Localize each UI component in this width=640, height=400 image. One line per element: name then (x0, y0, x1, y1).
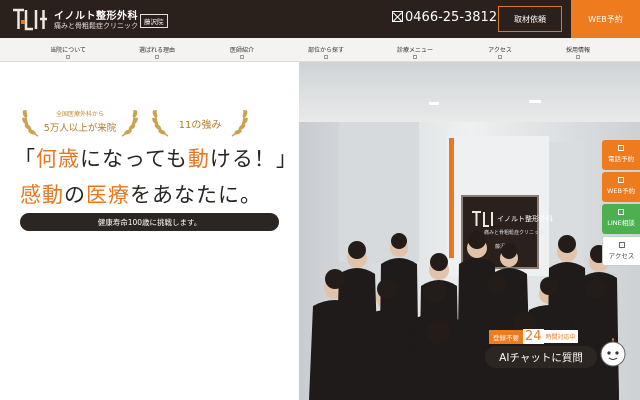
hero-headline-line1: 「何歳になっても動ける！」 (14, 143, 298, 173)
side-tab-label: LINE相談 (607, 219, 635, 227)
nav-item-icon (413, 55, 417, 59)
nav-item-label: 診療メニュー (396, 47, 433, 54)
headline-highlight: 医療 (86, 183, 130, 207)
side-tab-web[interactable]: WEB予約 (602, 172, 640, 202)
global-nav: 当院について 選ばれる理由 医師紹介 部位から探す 診療メニュー アクセス 採用… (0, 38, 640, 62)
hero-headline-line2: 感動の医療をあなたに。 (20, 179, 262, 209)
nav-item-icon (576, 55, 580, 59)
nav-item-icon (155, 55, 159, 59)
nav-item-icon (324, 55, 328, 59)
nav-item-label: アクセス (488, 47, 512, 54)
laurel-right-icon (121, 109, 138, 137)
branch-badge: 藤沢院 (140, 14, 168, 28)
clinic-subtitle: 痛みと骨粗鬆症クリニック (54, 22, 138, 30)
calendar-icon (618, 177, 624, 183)
nav-item-icon (240, 55, 244, 59)
page-root: イノルト整形外科 痛みと骨粗鬆症クリニック 藤沢院 0466-25-3812 取… (0, 0, 640, 400)
nav-item-label: 当院について (50, 47, 86, 54)
headline-text: の (64, 183, 86, 207)
line-icon (618, 209, 624, 215)
award-visitors: 全国医療外科から 5万人以上が来院 (20, 106, 140, 138)
nav-item-label: 医師紹介 (229, 47, 254, 54)
nav-item-label: 選ばれる理由 (138, 47, 175, 54)
site-header: イノルト整形外科 痛みと骨粗鬆症クリニック 藤沢院 0466-25-3812 取… (0, 0, 640, 38)
nav-item-icon (66, 55, 70, 59)
headline-highlight: 感動 (20, 183, 64, 207)
nav-item-menu[interactable]: 診療メニュー (380, 38, 450, 62)
phone-number-text: 0466-25-3812 (405, 10, 498, 25)
headline-text: ける！」 (209, 147, 298, 171)
nav-item-icon (498, 55, 502, 59)
hero-tagline-pill: 健康寿命100歳に挑戦します。 (20, 213, 279, 231)
ai-chat-widget[interactable]: 登録不要 24 時間対応中 AIチャットに質問 (485, 326, 635, 374)
chat-bot-icon (600, 338, 626, 367)
nav-item-label: 採用情報 (565, 47, 590, 54)
side-tab-label: WEB予約 (607, 187, 635, 195)
award-strengths: 11の強み (150, 106, 250, 138)
side-tab-label: アクセス (608, 252, 635, 260)
headline-text: をあなたに。 (130, 183, 262, 207)
ai-chat-hours: 24 (523, 329, 544, 344)
headline-highlight: 動 (187, 147, 210, 171)
nav-item-label: 部位から探す (307, 47, 344, 54)
phone-icon (392, 11, 403, 22)
clinic-logo-icon[interactable] (12, 7, 48, 31)
web-booking-button[interactable]: WEB予約 (571, 0, 640, 38)
nav-item-doctors[interactable]: 医師紹介 (207, 38, 277, 62)
side-tab-phone[interactable]: 電話予約 (602, 140, 640, 170)
nav-item-about[interactable]: 当院について (33, 38, 103, 62)
phone-icon (618, 145, 624, 151)
side-tab-line[interactable]: LINE相談 (602, 204, 640, 234)
sign-title: イノルト整形外科 (497, 214, 553, 223)
headline-highlight: 何歳 (36, 147, 80, 171)
side-tab-label: 電話予約 (608, 155, 634, 163)
ai-chat-hours-sub: 時間対応中 (543, 330, 578, 343)
laurel-right-icon (231, 109, 248, 137)
interview-request-button[interactable]: 取材依頼 (498, 6, 562, 32)
nav-item-access[interactable]: アクセス (465, 38, 535, 62)
sign-subtitle: 痛みと骨粗鬆症クリニック (484, 229, 544, 236)
nav-item-body-parts[interactable]: 部位から探す (291, 38, 361, 62)
headline-text: 「 (14, 147, 36, 171)
clinic-name[interactable]: イノルト整形外科 (54, 7, 138, 22)
side-tab-access[interactable]: アクセス (602, 236, 640, 266)
ai-chat-header: 登録不要 24 時間対応中 (489, 326, 578, 344)
map-pin-icon (618, 242, 625, 248)
nav-item-recruit[interactable]: 採用情報 (543, 38, 613, 62)
ai-chat-tag: 登録不要 (489, 329, 523, 344)
nav-item-reasons[interactable]: 選ばれる理由 (122, 38, 192, 62)
headline-text: になっても (80, 147, 188, 171)
phone-number[interactable]: 0466-25-3812 (392, 10, 497, 25)
ai-chat-button[interactable]: AIチャットに質問 (485, 346, 597, 368)
